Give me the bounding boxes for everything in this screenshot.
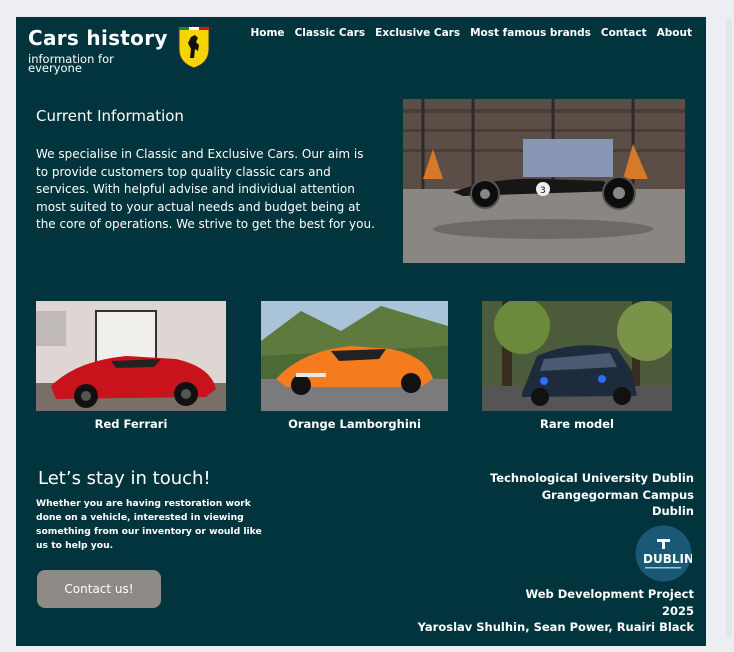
address-line-3: Dublin xyxy=(651,504,694,518)
nav-home[interactable]: Home xyxy=(250,27,284,39)
site-subtitle: information for everyone xyxy=(28,52,114,75)
nav-famous-brands[interactable]: Most famous brands xyxy=(470,27,591,39)
card-label-rare-model: Rare model xyxy=(540,417,614,431)
hero-image-classic-race-car: 3 xyxy=(403,99,685,263)
card-label-orange-lamborghini: Orange Lamborghini xyxy=(288,417,421,431)
info-heading: Current Information xyxy=(36,107,184,125)
address-block: Technological University Dublin Grangego… xyxy=(490,470,694,520)
card-image-orange-lamborghini[interactable] xyxy=(261,301,448,411)
address-line-2: Grangegorman Campus xyxy=(541,487,694,502)
svg-text:3: 3 xyxy=(540,186,546,196)
credits-line-1: Web Development Project xyxy=(525,587,694,601)
touch-heading: Let’s stay in touch! xyxy=(38,468,211,489)
nav-about[interactable]: About xyxy=(657,27,692,39)
credits-block: Web Development Project 2025 Yaroslav Sh… xyxy=(418,586,694,636)
ferrari-logo-icon xyxy=(178,26,210,69)
nav-contact[interactable]: Contact xyxy=(601,27,647,39)
credits-line-3: Yaroslav Shulhin, Sean Power, Ruairi Bla… xyxy=(417,620,694,634)
scrollbar[interactable] xyxy=(726,18,732,638)
card-label-red-ferrari: Red Ferrari xyxy=(94,417,168,431)
card-image-rare-model[interactable] xyxy=(482,301,672,411)
page: Cars history information for everyone Ho… xyxy=(16,17,706,646)
card-image-red-ferrari[interactable] xyxy=(36,301,226,411)
main-nav: Home Classic Cars Exclusive Cars Most fa… xyxy=(250,27,692,39)
brand: Cars history information for everyone xyxy=(28,26,168,75)
info-paragraph: We specialise in Classic and Exclusive C… xyxy=(36,147,375,232)
nav-exclusive-cars[interactable]: Exclusive Cars xyxy=(375,27,460,39)
tu-dublin-logo-icon: DUBLIN xyxy=(635,525,692,582)
credits-line-2: 2025 xyxy=(661,603,694,618)
address-line-1: Technological University Dublin xyxy=(489,471,694,485)
site-title: Cars history xyxy=(28,26,168,50)
contact-us-button[interactable]: Contact us! xyxy=(37,570,161,608)
nav-classic-cars[interactable]: Classic Cars xyxy=(295,27,366,39)
touch-paragraph: Whether you are having restoration work … xyxy=(36,498,262,551)
tu-dublin-logo-text: DUBLIN xyxy=(643,552,692,566)
